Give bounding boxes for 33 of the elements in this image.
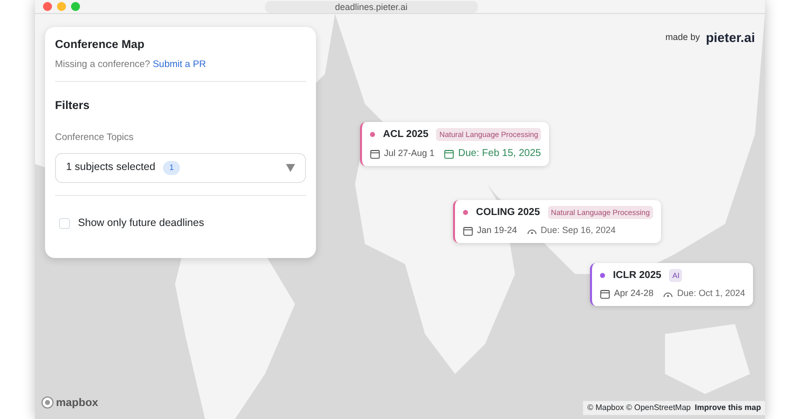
calendar-icon — [444, 148, 454, 158]
missing-conference-text: Missing a conference? Submit a PR — [55, 58, 208, 72]
minimize-window-icon[interactable] — [57, 2, 66, 11]
mapbox-logo-text[interactable]: mapbox — [56, 394, 98, 411]
dropdown-caret-icon — [286, 164, 295, 172]
conference-dates: Apr 24-28 — [614, 287, 654, 300]
submit-pr-link[interactable]: Submit a PR — [152, 59, 206, 70]
conference-dates: Jan 19-24 — [477, 224, 518, 237]
future-deadlines-checkbox[interactable] — [59, 218, 70, 230]
topics-select[interactable]: 1 subjects selected 1 — [55, 153, 306, 183]
zoom-window-icon[interactable] — [71, 2, 80, 11]
checkbox-label[interactable]: Show only future deadlines — [78, 216, 204, 232]
conference-name: ACL 2025 — [383, 128, 428, 142]
made-by-text: made by — [665, 31, 700, 44]
deadline-text: Due: Feb 15, 2025 — [458, 147, 541, 161]
topics-label: Conference Topics — [55, 130, 135, 145]
improve-map-link[interactable]: Improve this map — [694, 402, 761, 414]
deadline-text: Due: Sep 16, 2024 — [540, 224, 616, 237]
conference-name: COLING 2025 — [476, 206, 540, 220]
deadline-text: Due: Oct 1, 2024 — [677, 287, 746, 300]
conference-dates: Jul 27-Aug 1 — [384, 146, 435, 160]
selected-count: 1 — [163, 160, 180, 175]
address-bar[interactable]: deadlines.pieter.ai — [265, 0, 478, 12]
calendar-icon — [370, 148, 380, 158]
mapbox-logo-icon — [41, 396, 54, 410]
map-credits[interactable]: © Mapbox © OpenStreetMap — [587, 402, 691, 414]
filters-heading: Filters — [55, 98, 91, 114]
calendar-icon — [463, 226, 473, 236]
brand-link[interactable]: pieter.ai — [706, 28, 755, 48]
close-window-icon[interactable] — [43, 2, 52, 11]
panel-title: Conference Map — [55, 38, 146, 53]
calendar-icon — [600, 288, 610, 299]
conference-name: ICLR 2025 — [613, 269, 662, 283]
